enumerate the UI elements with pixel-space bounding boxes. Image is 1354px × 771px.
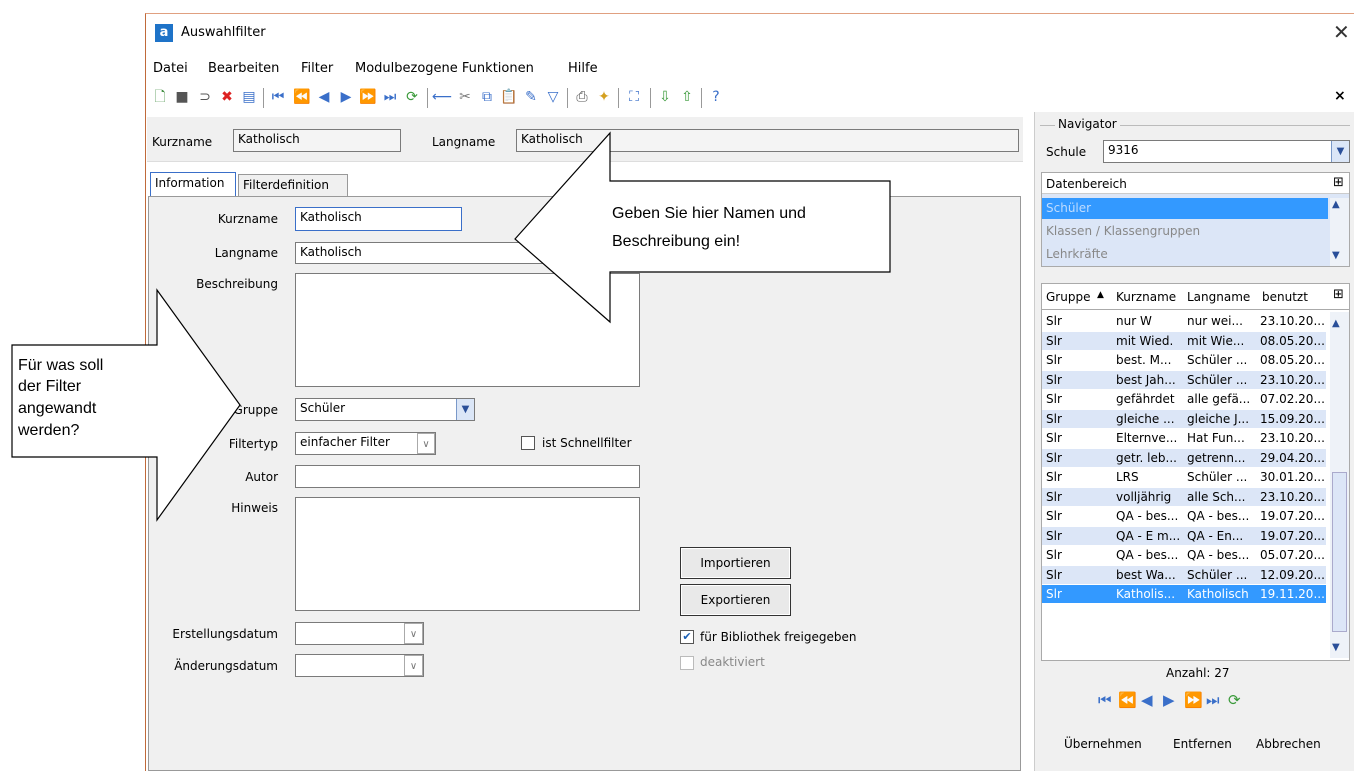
callout-left-line4: werden? <box>18 422 80 439</box>
callout-top-line2: Beschreibung ein! <box>612 233 741 250</box>
arrow-callout-top <box>514 131 891 324</box>
annotation-arrows <box>11 131 891 522</box>
callout-top-line1: Geben Sie hier Namen und <box>612 205 806 222</box>
callout-left-line1: Für was soll <box>18 357 104 374</box>
callout-left-line2: der Filter <box>18 378 82 395</box>
callout-left-line3: angewandt <box>18 400 97 417</box>
